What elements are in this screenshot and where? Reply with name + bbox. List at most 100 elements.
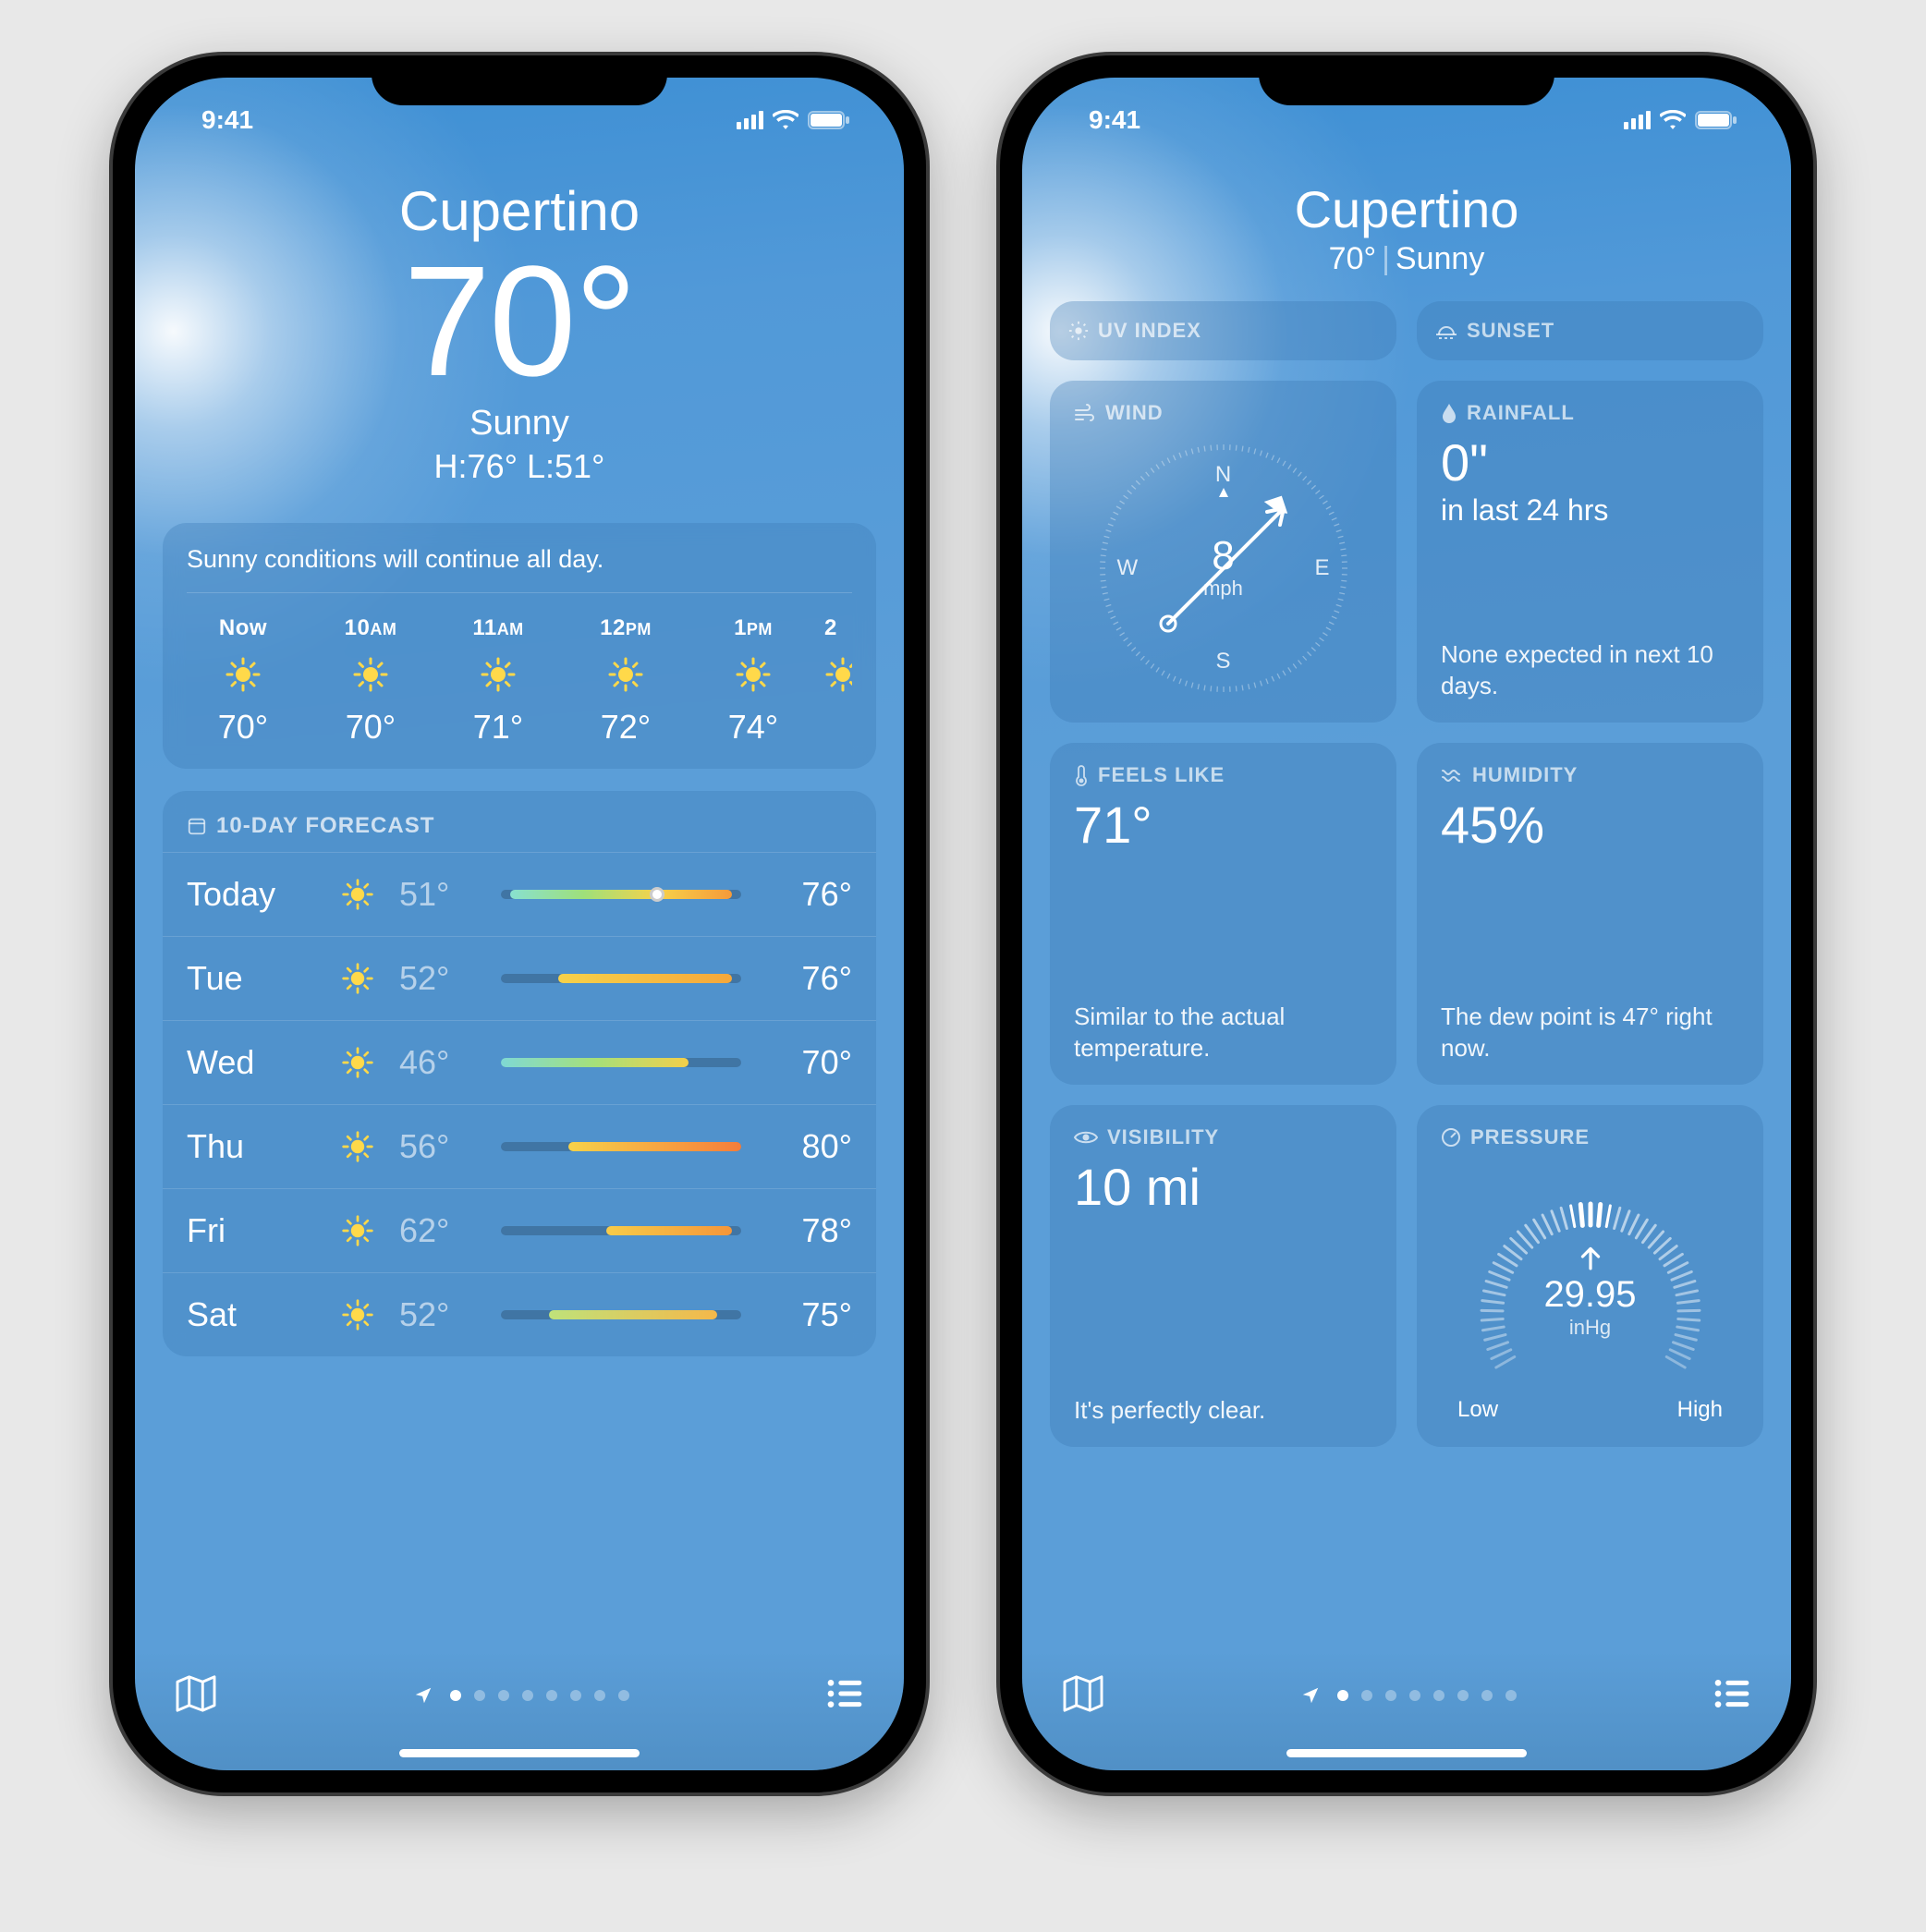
hourly-temp: 74°: [728, 708, 778, 747]
page-dot: [474, 1690, 485, 1701]
hourly-forecast-card[interactable]: Sunny conditions will continue all day. …: [163, 523, 876, 769]
day-name: Today: [187, 875, 316, 914]
page-dot: [546, 1690, 557, 1701]
hourly-item: 2: [824, 615, 852, 747]
sun-icon: [735, 656, 772, 693]
forecast-day-row[interactable]: Wed 46° 70°: [163, 1020, 876, 1104]
status-bar: 9:41: [1022, 102, 1791, 139]
page-dot: [570, 1690, 581, 1701]
day-lo: 51°: [399, 875, 482, 914]
forecast-day-row[interactable]: Sat 52° 75°: [163, 1272, 876, 1356]
page-dot: [1481, 1690, 1493, 1701]
temp-range-bar: [501, 1226, 741, 1235]
forecast-day-row[interactable]: Fri 62° 78°: [163, 1188, 876, 1272]
current-temperature: 70°: [163, 243, 876, 400]
uv-index-card[interactable]: UV INDEX: [1050, 301, 1396, 360]
day-lo: 56°: [399, 1127, 482, 1166]
day-hi: 70°: [760, 1043, 852, 1082]
sun-icon: [480, 656, 517, 693]
hourly-time: Now: [219, 615, 267, 641]
day-lo: 62°: [399, 1211, 482, 1250]
current-weather-hero: Cupertino 70° Sunny H:76° L:51°: [163, 179, 876, 486]
temp-range-bar: [501, 1142, 741, 1151]
day-hi: 76°: [760, 875, 852, 914]
wind-unit: mph: [1203, 577, 1243, 601]
gauge-icon: [1441, 1127, 1461, 1148]
uv-title: UV INDEX: [1098, 319, 1201, 343]
forecast-day-row[interactable]: Today 51° 76°: [163, 852, 876, 936]
temp-range-bar: [501, 890, 741, 899]
pressure-card[interactable]: PRESSURE 29.95 inHg: [1417, 1105, 1763, 1447]
compass-s: S: [1215, 649, 1230, 674]
day-lo: 52°: [399, 959, 482, 998]
list-button[interactable]: [1713, 1678, 1750, 1714]
page-dot: [1433, 1690, 1444, 1701]
hourly-item: 10AM 70°: [314, 615, 427, 747]
sun-icon: [1068, 321, 1089, 341]
day-name: Thu: [187, 1127, 316, 1166]
hourly-time: 2: [824, 615, 837, 641]
hourly-item: Now 70°: [187, 615, 299, 747]
home-indicator[interactable]: [1286, 1749, 1527, 1757]
sun-icon: [824, 656, 852, 693]
page-dot: [618, 1690, 629, 1701]
location-arrow-icon: [413, 1685, 433, 1706]
day-hi: 80°: [760, 1127, 852, 1166]
day-lo: 46°: [399, 1043, 482, 1082]
hourly-time: 11AM: [472, 615, 523, 641]
sun-icon: [316, 1046, 399, 1079]
rainfall-card[interactable]: RAINFALL 0" in last 24 hrs None expected…: [1417, 381, 1763, 723]
temp-range-bar: [501, 974, 741, 983]
wind-title: WIND: [1105, 401, 1164, 425]
tenday-forecast-card[interactable]: 10-DAY FORECAST Today 51° 76°Tue 52° 76°…: [163, 791, 876, 1356]
hourly-temp: 70°: [218, 708, 268, 747]
sun-icon: [607, 656, 644, 693]
rainfall-desc: None expected in next 10 days.: [1441, 612, 1739, 702]
sunset-title: SUNSET: [1467, 319, 1554, 343]
day-hi: 76°: [760, 959, 852, 998]
rainfall-value: 0": [1441, 434, 1739, 492]
collapsed-header: Cupertino 70°|Sunny: [1050, 179, 1763, 277]
map-button[interactable]: [176, 1675, 216, 1717]
wind-card[interactable]: WIND: [1050, 381, 1396, 723]
list-button[interactable]: [826, 1678, 863, 1714]
visibility-desc: It's perfectly clear.: [1074, 1367, 1372, 1427]
page-dot: [1385, 1690, 1396, 1701]
status-time: 9:41: [1089, 105, 1140, 135]
humidity-card[interactable]: HUMIDITY 45% The dew point is 47° right …: [1417, 743, 1763, 1085]
hourly-item: 12PM 72°: [569, 615, 682, 747]
forecast-day-row[interactable]: Thu 56° 80°: [163, 1104, 876, 1188]
home-indicator[interactable]: [399, 1749, 640, 1757]
day-hi: 75°: [760, 1295, 852, 1334]
pressure-title: PRESSURE: [1470, 1125, 1590, 1149]
device-notch: [372, 55, 667, 105]
signal-icon: [1624, 111, 1651, 129]
day-name: Tue: [187, 959, 316, 998]
feels-value: 71°: [1074, 796, 1372, 854]
page-dot: [1505, 1690, 1517, 1701]
status-time: 9:41: [201, 105, 253, 135]
forecast-day-row[interactable]: Tue 52° 76°: [163, 936, 876, 1020]
status-bar: 9:41: [135, 102, 904, 139]
sun-icon: [225, 656, 262, 693]
pressure-unit: inHg: [1461, 1316, 1720, 1340]
wifi-icon: [1660, 110, 1686, 130]
sunset-card[interactable]: SUNSET: [1417, 301, 1763, 360]
collapsed-sub: 70°|Sunny: [1050, 241, 1763, 277]
page-indicator[interactable]: [413, 1685, 629, 1706]
rainfall-title: RAINFALL: [1467, 401, 1575, 425]
current-condition: Sunny: [163, 404, 876, 444]
page-dot: [522, 1690, 533, 1701]
map-button[interactable]: [1063, 1675, 1103, 1717]
screen-right: 9:41 Cupertino 70°|Sunny: [1022, 78, 1791, 1770]
visibility-card[interactable]: VISIBILITY 10 mi It's perfectly clear.: [1050, 1105, 1396, 1447]
visibility-value: 10 mi: [1074, 1159, 1372, 1216]
humidity-desc: The dew point is 47° right now.: [1441, 974, 1739, 1064]
page-dot: [1409, 1690, 1420, 1701]
humidity-title: HUMIDITY: [1472, 763, 1578, 787]
wifi-icon: [773, 110, 798, 130]
battery-icon: [1695, 110, 1737, 130]
page-indicator[interactable]: [1300, 1685, 1517, 1706]
feels-like-card[interactable]: FEELS LIKE 71° Similar to the actual tem…: [1050, 743, 1396, 1085]
temp-range-bar: [501, 1058, 741, 1067]
